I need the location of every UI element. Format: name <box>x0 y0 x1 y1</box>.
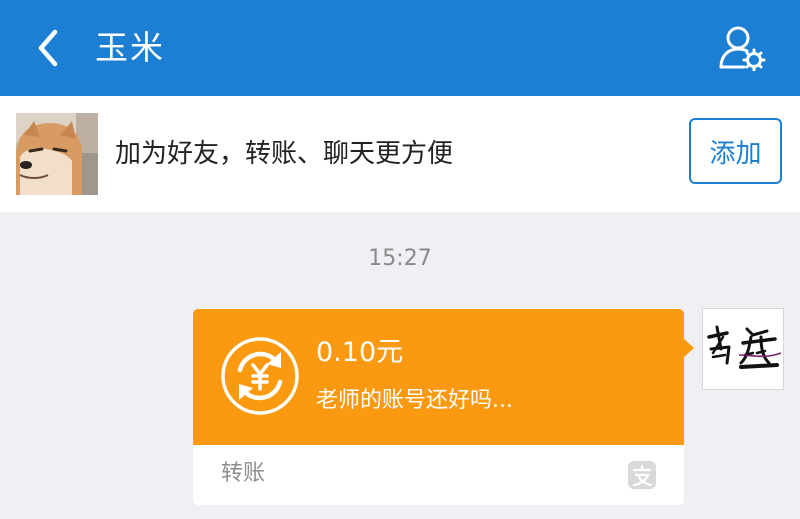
transfer-card-header: 0.10元 老师的账号还好吗... <box>193 309 684 445</box>
profile-settings-button[interactable] <box>714 22 770 74</box>
add-friend-button[interactable]: 添加 <box>689 118 782 184</box>
back-button[interactable] <box>26 22 70 74</box>
sender-avatar[interactable] <box>702 308 784 390</box>
transfer-footer-label: 转账 <box>221 461 266 486</box>
chat-timestamp: 15:27 <box>368 246 432 271</box>
transfer-message-card[interactable]: 0.10元 老师的账号还好吗... 转账 <box>193 309 684 505</box>
transfer-amount: 0.10元 <box>316 337 404 368</box>
add-friend-prompt: 加为好友，转账、聊天更方便 <box>115 139 454 169</box>
user-settings-icon <box>719 26 766 71</box>
page-title: 玉米 <box>95 28 165 67</box>
alipay-icon <box>628 461 656 489</box>
top-navigation-bar: 玉米 <box>0 0 800 96</box>
transfer-note: 老师的账号还好吗... <box>316 388 513 413</box>
shiba-dog-avatar <box>16 113 98 195</box>
add-friend-bar: 加为好友，转账、聊天更方便 添加 <box>0 96 800 212</box>
contact-avatar[interactable] <box>16 113 98 195</box>
transfer-card-pointer <box>683 338 694 358</box>
chevron-left-icon <box>38 29 58 67</box>
calligraphy-avatar <box>703 309 783 389</box>
yuan-exchange-icon <box>221 337 299 415</box>
